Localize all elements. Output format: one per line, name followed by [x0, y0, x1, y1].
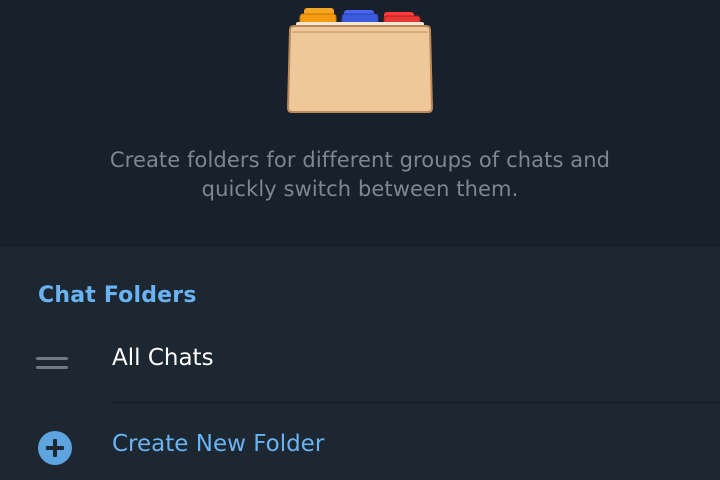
chat-folders-section: Chat Folders All Chats Create New Folder: [0, 247, 720, 480]
folder-row-all-chats[interactable]: All Chats: [0, 329, 720, 401]
chat-folders-screen: Create folders for different groups of c…: [0, 0, 720, 480]
plus-circle-icon: [38, 431, 72, 465]
folders-intro-text: Create folders for different groups of c…: [60, 146, 660, 204]
intro-line-1: Create folders for different groups of c…: [109, 148, 611, 172]
intro-line-2: quickly switch between them.: [201, 177, 519, 201]
drag-handle-icon[interactable]: [36, 353, 68, 373]
section-title: Chat Folders: [38, 283, 197, 308]
divider: [112, 402, 720, 403]
create-new-folder-button[interactable]: Create New Folder: [0, 417, 720, 480]
folder-label-all-chats: All Chats: [112, 345, 214, 371]
folders-intro-panel: Create folders for different groups of c…: [0, 0, 720, 247]
folder-with-tabs-icon: [286, 8, 434, 113]
create-new-folder-label: Create New Folder: [112, 431, 325, 457]
